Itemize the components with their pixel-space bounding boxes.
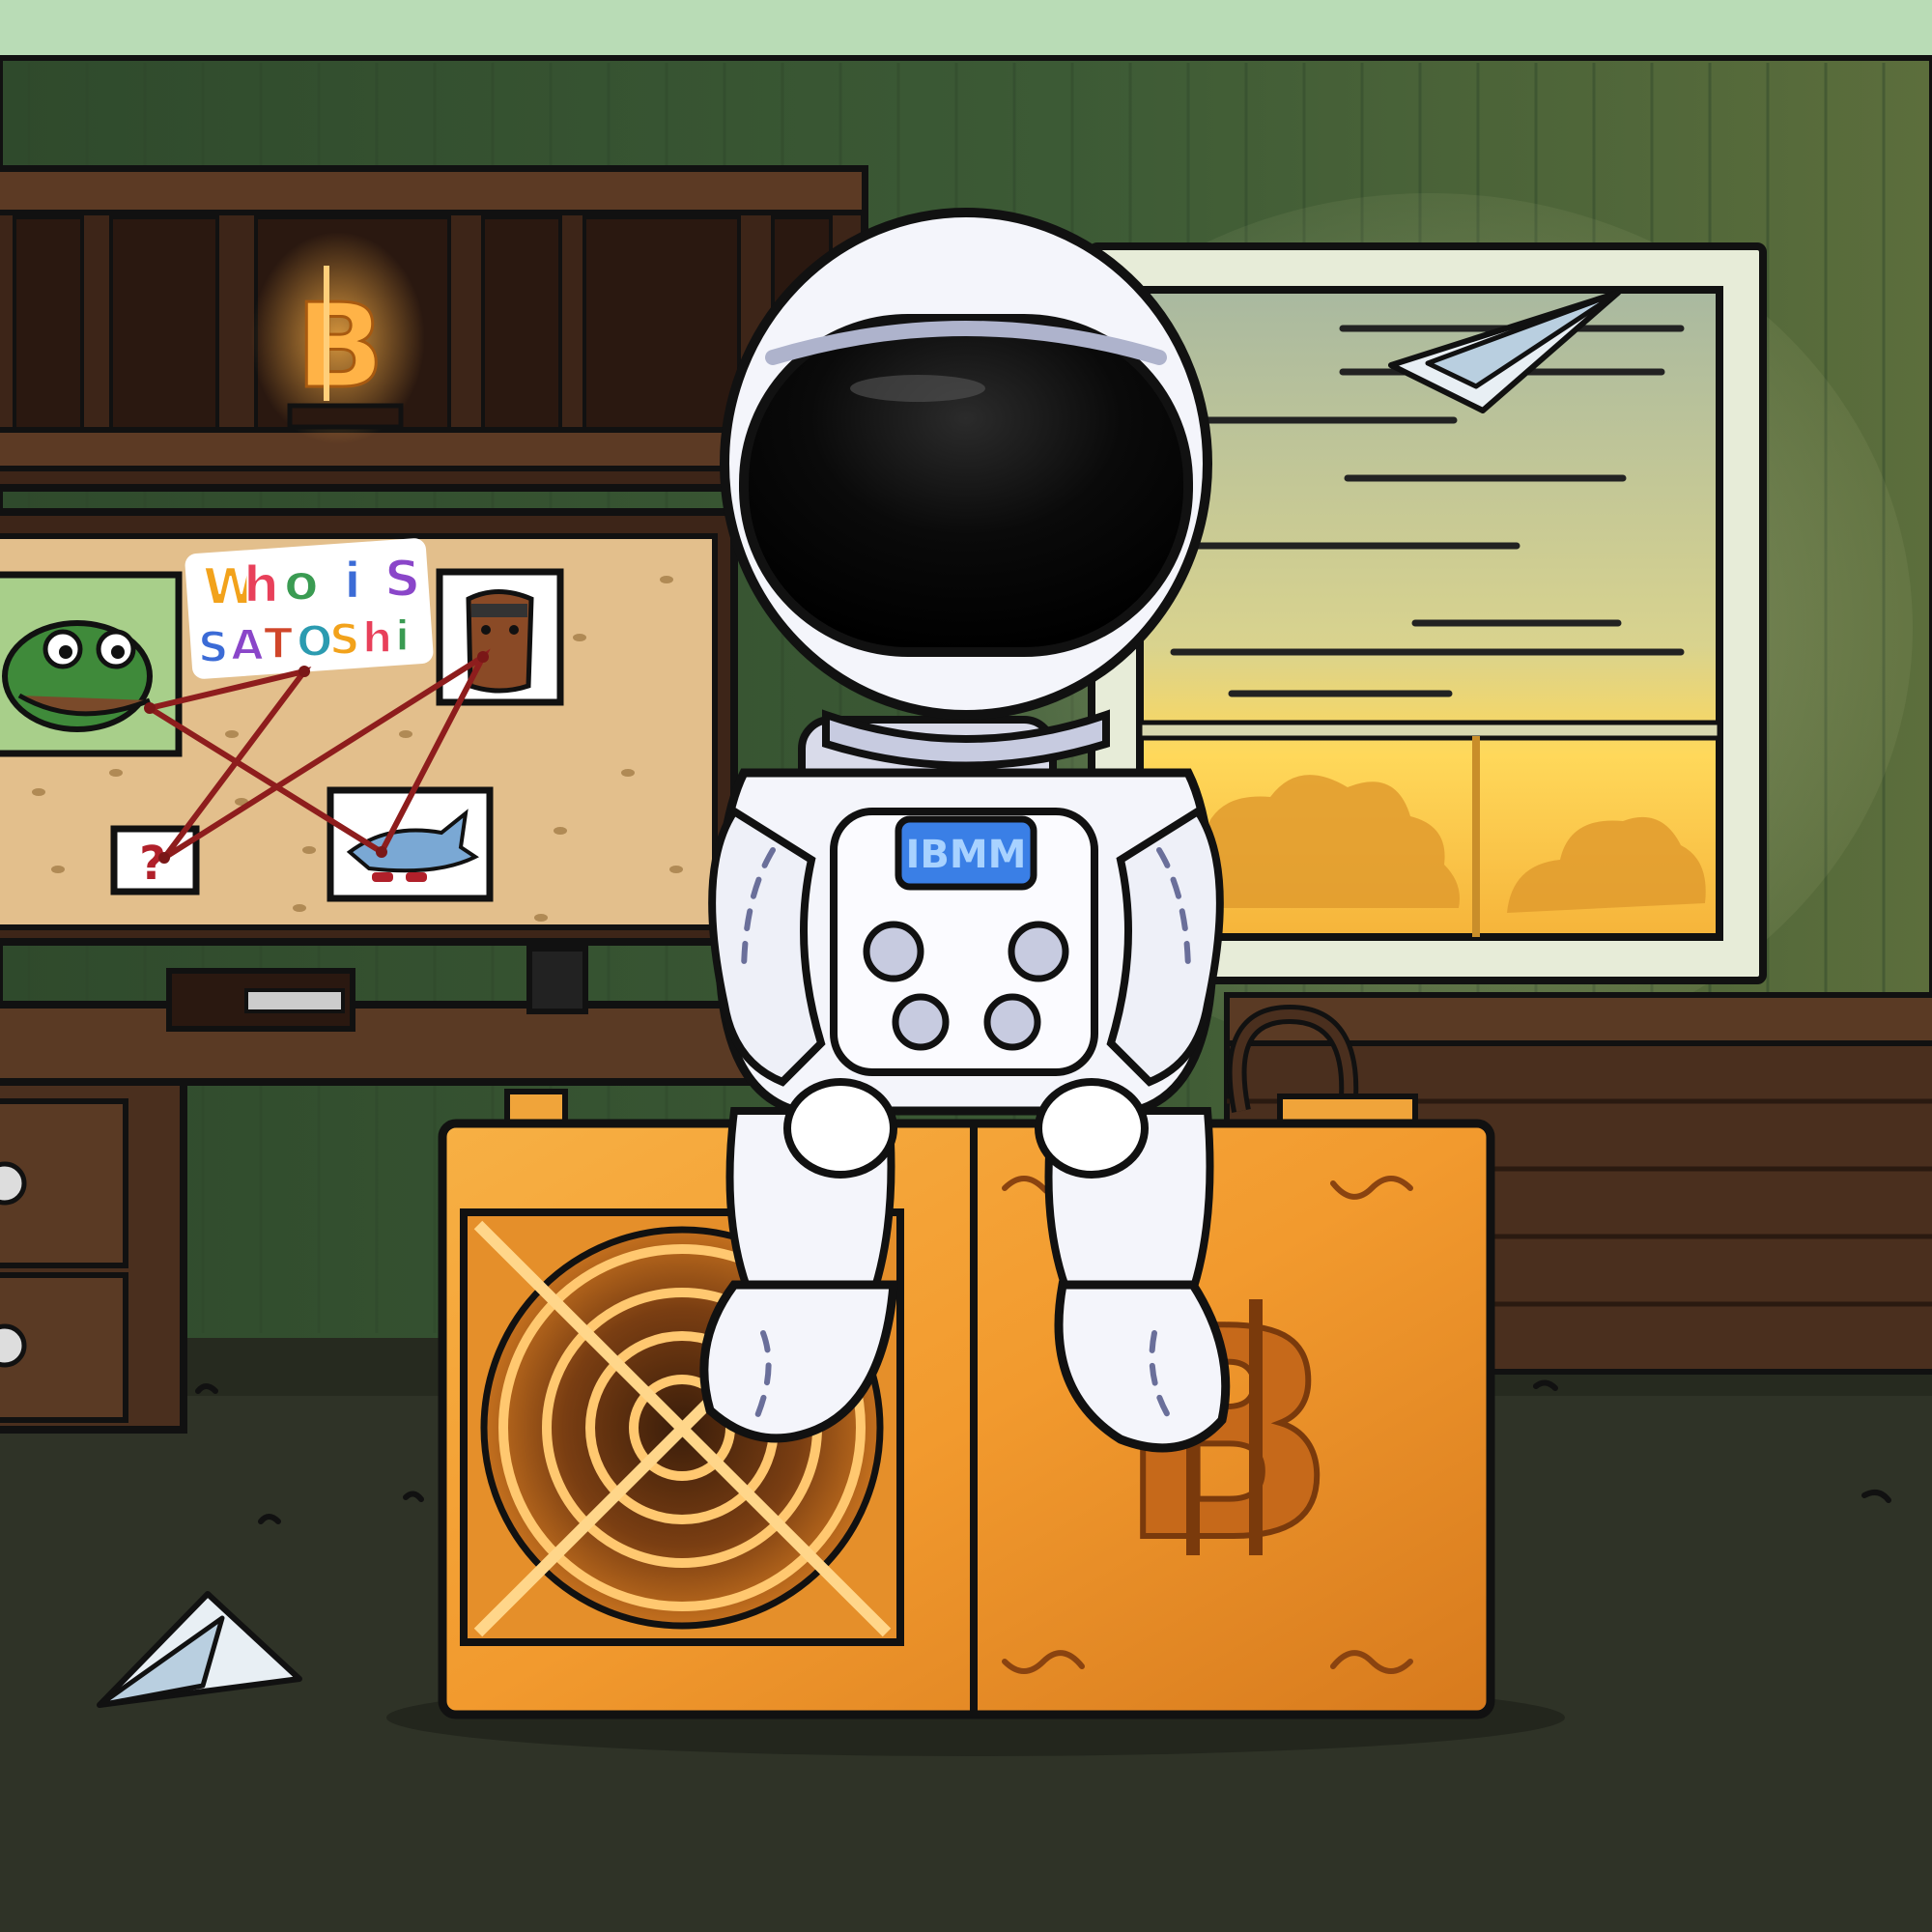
note-letter: i	[344, 553, 361, 611]
note-letter: T	[264, 619, 293, 668]
note-letter: O	[297, 617, 332, 667]
note-letter: h	[243, 556, 279, 614]
bitcoin-miner: B	[386, 1089, 1565, 1756]
note-letter: S	[198, 623, 229, 672]
ceiling	[0, 0, 1932, 60]
who-is-satoshi-note: Wh o i SS A T OS h i	[185, 538, 434, 679]
photo-question: ?	[110, 825, 200, 895]
question-mark: ?	[139, 837, 166, 891]
note-letter: h	[362, 613, 392, 663]
note-letter: S	[329, 615, 360, 665]
photo-moai-face	[436, 568, 564, 706]
note-letter: o	[284, 554, 319, 612]
visor	[739, 314, 1193, 657]
suit-badge-label: IBMM	[906, 833, 1027, 877]
neon-sign-letter: B	[296, 280, 384, 414]
photo-shark-plane	[327, 786, 494, 902]
room-scene: B ? Wh o i SS A T OS h i B IBMM	[0, 0, 1932, 1932]
note-letter: A	[231, 621, 264, 670]
note-letter: i	[395, 611, 410, 661]
photo-frog	[0, 571, 183, 757]
neon-bitcoin-sign: B	[251, 232, 425, 444]
note-letter: S	[384, 551, 420, 609]
